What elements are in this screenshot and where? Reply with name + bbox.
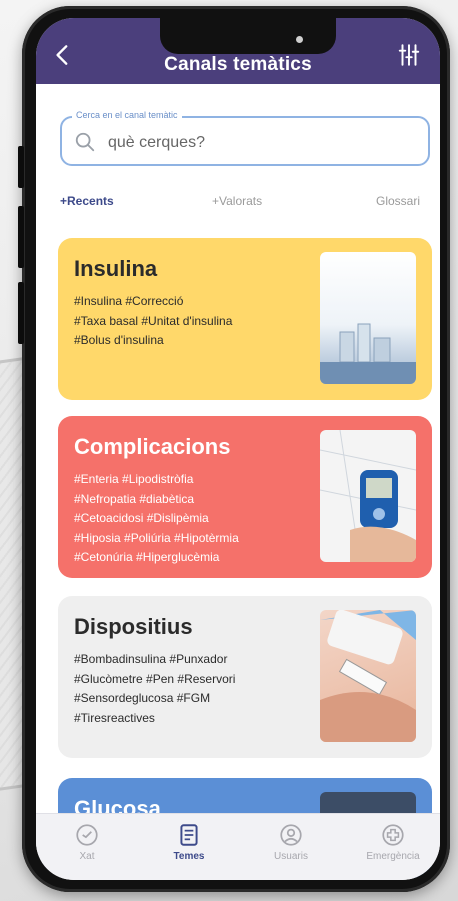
chat-icon <box>76 824 98 846</box>
search-input[interactable] <box>106 130 410 156</box>
camera-dot <box>296 36 303 43</box>
sort-tabs: +Recents +Valorats Glossari <box>60 194 434 214</box>
card-title: Insulina <box>74 256 158 281</box>
search-field[interactable]: Cerca en el canal temàtic <box>60 110 430 166</box>
volume-down-button <box>18 206 24 268</box>
card-tags: #Bombadinsulina #Punxador #Glucòmetre #P… <box>74 650 304 728</box>
document-icon <box>180 824 198 846</box>
card-tag-line: #Enteria #Lipodistròfia <box>74 472 194 486</box>
user-icon <box>280 824 302 846</box>
nav-label: Xat <box>79 851 95 862</box>
card-tag-line: #Cetoacidosi #Dislipèmia <box>74 511 209 525</box>
nav-item-temes[interactable]: Temes <box>154 822 224 862</box>
nav-label: Temes <box>173 851 205 862</box>
card-tag-line: #Glucòmetre #Pen #Reservori <box>74 671 236 686</box>
nav-item-emergencia[interactable]: Emergència <box>358 822 428 862</box>
page-title: Canals temàtics <box>164 54 312 75</box>
card-tag-line: #Tiresreactives <box>74 710 155 725</box>
app-screen: Canals temàtics Cerca en el canal temàti… <box>36 18 440 880</box>
channel-card-insulina[interactable]: Insulina #Insulina #Correcció #Taxa basa… <box>58 238 432 400</box>
glucometer-illustration <box>320 430 416 562</box>
filter-sliders-icon[interactable] <box>396 42 422 68</box>
nav-label: Emergència <box>366 851 420 862</box>
channel-card-dispositius[interactable]: Dispositius #Bombadinsulina #Punxador #G… <box>58 596 432 758</box>
emergency-icon <box>382 824 404 846</box>
card-tag-line: #Bombadinsulina #Punxador <box>74 652 228 666</box>
card-tag-line: #Hiposia #Poliúria #Hipotèrmia <box>74 530 239 545</box>
header-bar: Canals temàtics <box>36 18 440 84</box>
nav-item-xat[interactable]: Xat <box>52 822 122 862</box>
card-tags: #Insulina #Correcció #Taxa basal #Unitat… <box>74 292 304 351</box>
side-button <box>18 282 24 344</box>
card-tag-line: #Nefropatia #diabètica <box>74 491 195 506</box>
search-field-label: Cerca en el canal temàtic <box>72 110 182 120</box>
tab-glossari[interactable]: Glossari <box>376 194 420 208</box>
nav-label: Usuaris <box>274 851 308 862</box>
insulin-vials-illustration <box>320 323 416 384</box>
card-tag-line: #Insulina #Correcció <box>74 294 184 308</box>
card-title: Dispositius <box>74 614 193 639</box>
phone-notch <box>160 18 336 54</box>
volume-up-button <box>18 146 24 188</box>
card-image-insulin-vials <box>320 252 416 384</box>
bottom-navigation: Xat Temes Usuaris Emergència <box>36 813 440 880</box>
tab-valorats[interactable]: +Valorats <box>212 194 262 208</box>
card-image-test-strip <box>320 610 416 742</box>
card-title: Complicacions <box>74 434 231 459</box>
nav-item-usuaris[interactable]: Usuaris <box>256 822 326 862</box>
tab-recents[interactable]: +Recents <box>60 194 114 208</box>
card-tag-line: #Taxa basal #Unitat d'insulina <box>74 313 233 328</box>
card-tags: #Enteria #Lipodistròfia #Nefropatia #dia… <box>74 470 304 568</box>
test-strip-illustration <box>320 610 416 742</box>
card-tag-line: #Cetonúria #Hiperglucèmia <box>74 550 220 564</box>
card-tag-line: #Sensordeglucosa #FGM <box>74 691 211 705</box>
card-image-glucometer <box>320 430 416 562</box>
card-tag-line: #Bolus d'insulina <box>74 333 164 347</box>
channel-card-complicacions[interactable]: Complicacions #Enteria #Lipodistròfia #N… <box>58 416 432 578</box>
search-icon <box>75 132 95 152</box>
